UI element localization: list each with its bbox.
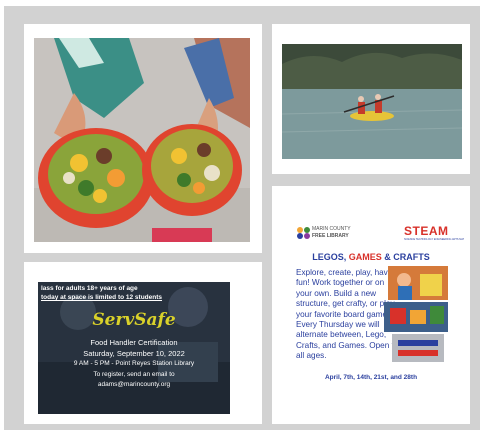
servsafe-email[interactable]: adams@marincounty.org <box>38 381 230 388</box>
flyer-title-part-2: GAMES <box>348 252 382 262</box>
servsafe-date: Saturday, September 10, 2022 <box>83 349 185 358</box>
legos-flyer-card[interactable]: MARIN COUNTY FREE LIBRARY STEAM SCIENCE … <box>272 186 470 424</box>
flyer-title-part-1: LEGOS, <box>312 252 349 262</box>
flyer-title: LEGOS, GAMES & CRAFTS <box>272 252 470 262</box>
servsafe-top-line-1: lass for adults 18+ years of age <box>41 285 138 292</box>
steam-logo: STEAM <box>404 224 449 238</box>
kayak-illustration <box>282 44 462 159</box>
flyer-dates: April, 7th, 14th, 21st, and 28th <box>324 374 418 381</box>
food-bowls-card[interactable] <box>24 24 262 253</box>
servsafe-time-place: 9 AM - 5 PM - Point Reyes Station Librar… <box>73 360 195 367</box>
lego-photos-collage <box>384 266 448 362</box>
servsafe-title: Food Handler Certification <box>90 338 178 347</box>
kayak-photo <box>282 44 462 159</box>
servsafe-register: To register, send an email to <box>93 371 175 378</box>
servsafe-top-line-2: today at space is limited to 12 students <box>41 294 163 301</box>
library-name-line-1: MARIN COUNTY <box>312 226 351 232</box>
food-bowls-illustration <box>34 38 250 242</box>
kayak-card[interactable] <box>272 24 470 174</box>
servsafe-logo: ServSafe <box>92 310 176 330</box>
kitchen-background <box>38 282 230 414</box>
servsafe-flyer: lass for adults 18+ years of age today a… <box>38 282 230 414</box>
steam-subtitle: SCIENCE TECHNOLOGY ENGINEERING ARTS MATH <box>404 238 464 241</box>
food-bowls-photo <box>34 38 250 242</box>
flyer-title-part-3: & CRAFTS <box>381 252 430 262</box>
library-name-line-2: FREE LIBRARY <box>312 233 349 239</box>
servsafe-card[interactable]: lass for adults 18+ years of age today a… <box>24 262 262 424</box>
